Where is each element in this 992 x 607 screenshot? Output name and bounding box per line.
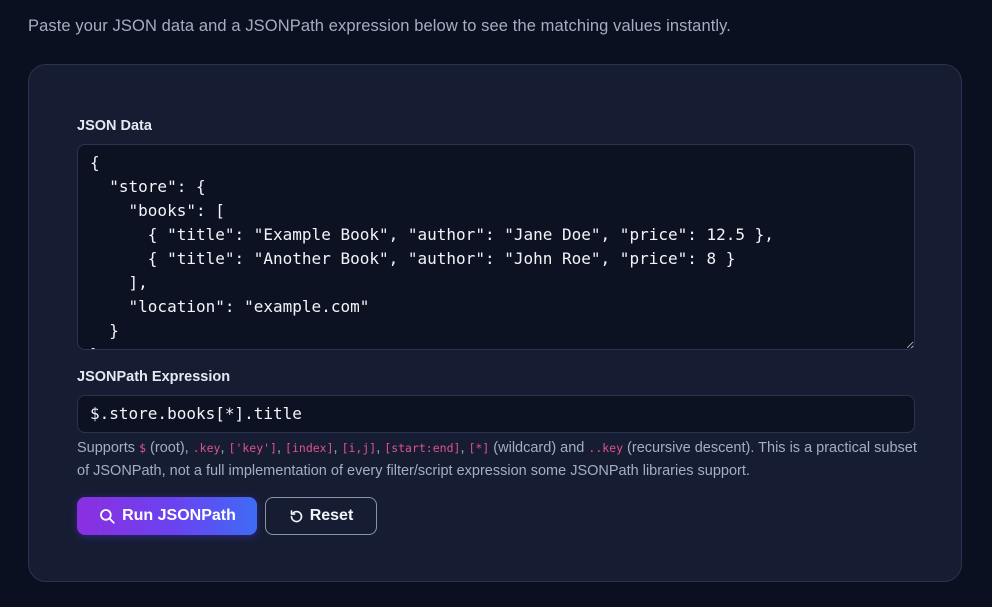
run-jsonpath-label: Run JSONPath	[122, 507, 236, 524]
code-bracket-key: ['key']	[228, 441, 277, 455]
code-slice: [start:end]	[384, 441, 461, 455]
code-index: [index]	[285, 441, 334, 455]
reset-label: Reset	[309, 507, 354, 524]
help-text-part: ,	[220, 440, 229, 456]
code-wildcard: [*]	[468, 441, 490, 455]
search-icon	[100, 509, 115, 524]
json-data-textarea[interactable]	[77, 144, 915, 350]
refresh-icon	[290, 509, 302, 522]
help-text-part: ,	[276, 440, 286, 456]
help-text-part: ,	[333, 440, 342, 456]
json-data-label: JSON Data	[77, 118, 152, 134]
intro-text: Paste your JSON data and a JSONPath expr…	[28, 17, 731, 35]
help-text-part: ,	[460, 440, 469, 456]
code-union: [i,j]	[341, 441, 377, 455]
help-text-part: (wildcard) and	[489, 440, 589, 456]
jsonpath-expression-input[interactable]: $.store.books[*].title	[77, 395, 915, 433]
code-key: .key	[192, 441, 221, 455]
help-text-part: Supports	[77, 440, 140, 456]
jsonpath-card: JSON Data JSONPath Expression $.store.bo…	[28, 64, 962, 582]
code-root: $	[139, 441, 147, 455]
code-recursive: ..key	[588, 441, 624, 455]
jsonpath-label: JSONPath Expression	[77, 369, 231, 385]
help-text: Supports $ (root), .key, ['key'], [index…	[77, 437, 917, 483]
reset-button[interactable]: Reset	[265, 497, 377, 535]
help-text-part: (root),	[146, 440, 193, 456]
run-jsonpath-button[interactable]: Run JSONPath	[77, 497, 257, 535]
